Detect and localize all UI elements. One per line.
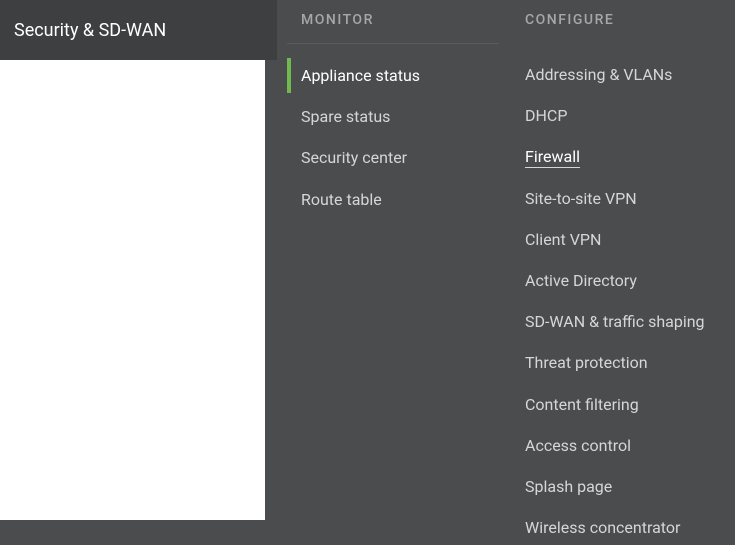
menu-item-addressing-vlans[interactable]: Addressing & VLANs [511, 57, 735, 92]
menu-column-configure: CONFIGURE Addressing & VLANs DHCP Firewa… [511, 12, 735, 520]
menu-item-label: DHCP [525, 106, 567, 125]
menu-list-configure: Addressing & VLANs DHCP Firewall Site-to… [511, 57, 735, 545]
section-header: Security & SD-WAN [0, 0, 277, 60]
column-header-configure: CONFIGURE [511, 12, 735, 38]
menu-item-sdwan-traffic-shaping[interactable]: SD-WAN & traffic shaping [511, 304, 735, 339]
dropdown-menu: MONITOR Appliance status Spare status Se… [277, 0, 735, 520]
menu-item-access-control[interactable]: Access control [511, 428, 735, 463]
menu-item-label: Spare status [301, 107, 390, 126]
menu-item-route-table[interactable]: Route table [287, 182, 511, 217]
menu-item-threat-protection[interactable]: Threat protection [511, 345, 735, 380]
menu-item-label: Addressing & VLANs [525, 65, 672, 84]
menu-item-label: Site-to-site VPN [525, 189, 637, 208]
menu-list-monitor: Appliance status Spare status Security c… [287, 58, 511, 217]
menu-item-content-filtering[interactable]: Content filtering [511, 387, 735, 422]
menu-item-label: Access control [525, 436, 631, 455]
content-panel [0, 60, 265, 520]
menu-item-site-to-site-vpn[interactable]: Site-to-site VPN [511, 181, 735, 216]
menu-item-label: Firewall [525, 147, 580, 168]
menu-item-active-directory[interactable]: Active Directory [511, 263, 735, 298]
menu-item-label: Wireless concentrator [525, 518, 680, 537]
menu-item-label: Route table [301, 190, 382, 209]
left-pane: Security & SD-WAN [0, 0, 277, 520]
menu-item-label: SD-WAN & traffic shaping [525, 312, 705, 331]
menu-item-label: Content filtering [525, 395, 639, 414]
menu-item-security-center[interactable]: Security center [287, 140, 511, 175]
menu-item-spare-status[interactable]: Spare status [287, 99, 511, 134]
menu-item-label: Active Directory [525, 271, 637, 290]
menu-column-monitor: MONITOR Appliance status Spare status Se… [287, 12, 511, 520]
menu-item-label: Appliance status [301, 66, 420, 85]
column-header-monitor: MONITOR [287, 12, 511, 38]
column-divider [287, 43, 499, 44]
menu-item-label: Splash page [525, 477, 612, 496]
menu-item-label: Security center [301, 148, 407, 167]
menu-item-wireless-concentrator[interactable]: Wireless concentrator [511, 510, 735, 545]
menu-item-appliance-status[interactable]: Appliance status [287, 58, 511, 93]
section-title: Security & SD-WAN [14, 20, 166, 41]
menu-item-splash-page[interactable]: Splash page [511, 469, 735, 504]
menu-item-label: Client VPN [525, 230, 601, 249]
menu-item-label: Threat protection [525, 353, 648, 372]
menu-item-firewall[interactable]: Firewall [511, 139, 735, 174]
menu-item-client-vpn[interactable]: Client VPN [511, 222, 735, 257]
menu-item-dhcp[interactable]: DHCP [511, 98, 735, 133]
